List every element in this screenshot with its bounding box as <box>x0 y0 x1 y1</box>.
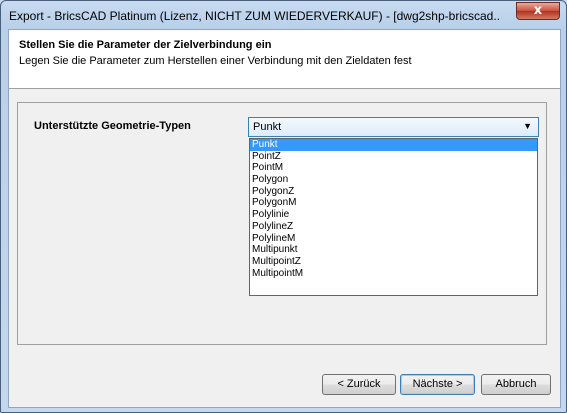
dropdown-option-punkt[interactable]: Punkt <box>250 139 537 151</box>
header-title: Stellen Sie die Parameter der Zielverbin… <box>19 39 272 51</box>
geometry-type-selected-value: Punkt <box>253 121 282 133</box>
geometry-type-combobox[interactable]: Punkt ▼ <box>248 117 539 137</box>
dropdown-option-pointm[interactable]: PointM <box>250 162 537 174</box>
dropdown-option-polygonm[interactable]: PolygonM <box>250 197 537 209</box>
title-bar[interactable]: Export - BricsCAD Platinum (Lizenz, NICH… <box>1 1 566 29</box>
back-button[interactable]: < Zurück <box>322 374 396 395</box>
next-button[interactable]: Nächste > <box>400 374 475 395</box>
dropdown-option-multipunkt[interactable]: Multipunkt <box>250 244 537 256</box>
dropdown-option-polygon[interactable]: Polygon <box>250 174 537 186</box>
dropdown-option-polylinie[interactable]: Polylinie <box>250 209 537 221</box>
export-dialog-window: Export - BricsCAD Platinum (Lizenz, NICH… <box>0 0 567 413</box>
header-subtitle: Legen Sie die Parameter zum Herstellen e… <box>19 55 412 67</box>
geometry-type-dropdown-list[interactable]: Punkt PointZ PointM Polygon PolygonZ Pol… <box>249 138 538 296</box>
dropdown-option-polylinez[interactable]: PolylineZ <box>250 221 537 233</box>
dropdown-option-pointz[interactable]: PointZ <box>250 151 537 163</box>
close-icon: x <box>533 3 543 18</box>
window-title: Export - BricsCAD Platinum (Lizenz, NICH… <box>9 9 499 23</box>
geometry-types-label: Unterstützte Geometrie-Typen <box>34 120 191 132</box>
wizard-header: Stellen Sie die Parameter der Zielverbin… <box>9 30 560 89</box>
dropdown-option-multipointm[interactable]: MultipointM <box>250 268 537 280</box>
dropdown-option-multipointz[interactable]: MultipointZ <box>250 256 537 268</box>
dropdown-option-polygonz[interactable]: PolygonZ <box>250 186 537 198</box>
dropdown-option-polylinem[interactable]: PolylineM <box>250 233 537 245</box>
cancel-button[interactable]: Abbruch <box>481 374 551 395</box>
dialog-client-area: Stellen Sie die Parameter der Zielverbin… <box>8 29 561 408</box>
close-button[interactable]: x <box>516 2 560 20</box>
chevron-down-icon[interactable]: ▼ <box>523 121 532 131</box>
